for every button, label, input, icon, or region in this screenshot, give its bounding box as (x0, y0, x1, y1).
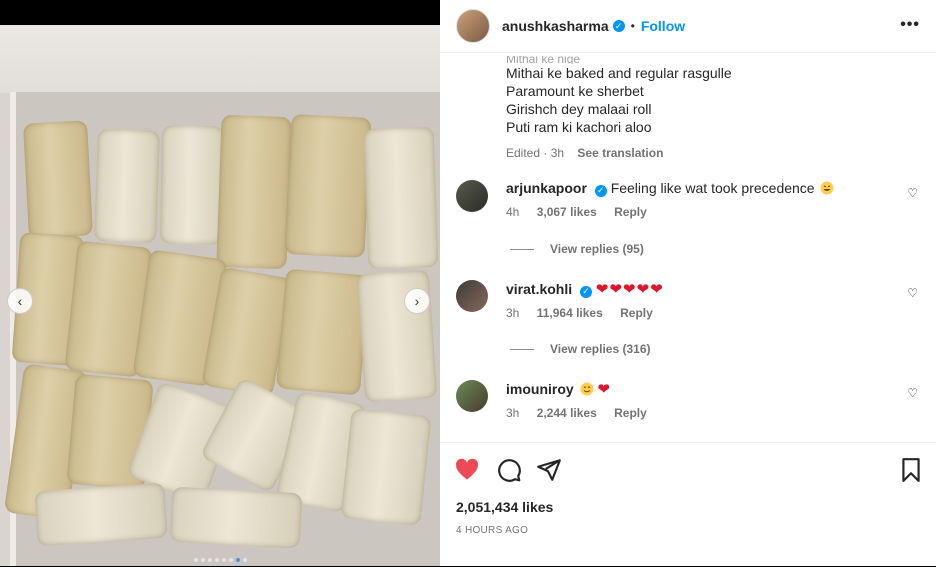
comment-likes[interactable]: 2,244 likes (537, 406, 597, 420)
comment-avatar[interactable] (456, 380, 488, 412)
heart-icon[interactable]: ♡ (907, 186, 918, 200)
reply-button[interactable]: Reply (614, 205, 647, 219)
verified-icon: ✓ (594, 184, 607, 197)
verified-icon: ✓ (580, 285, 593, 298)
smile-emoji (580, 382, 594, 396)
heart-icon[interactable]: ♡ (907, 286, 918, 300)
box-lid (0, 25, 440, 93)
like-count[interactable]: 2,051,434 likes (456, 499, 553, 515)
comment-time: 3h (506, 306, 520, 320)
reply-button[interactable]: Reply (620, 306, 653, 320)
caption: Mithai ke nige Mithai ke baked and regul… (506, 56, 732, 162)
comment-likes[interactable]: 11,964 likes (537, 306, 603, 320)
red-heart-emoji: ❤ (597, 381, 611, 398)
follow-button[interactable]: Follow (641, 18, 685, 34)
share-icon[interactable] (536, 457, 562, 483)
comment-avatar[interactable] (456, 180, 488, 212)
carousel-dots (0, 558, 440, 562)
comment-username[interactable]: arjunkapoor (506, 180, 587, 196)
red-heart-emoji-row: ❤❤❤❤❤ (595, 281, 664, 298)
post-header: anushkasharma ✓ • Follow ••• (440, 0, 936, 53)
caption-line: Puti ram ki kachori aloo (506, 119, 652, 135)
verified-icon: ✓ (612, 20, 625, 32)
caption-line: Paramount ke sherbet (506, 83, 644, 99)
view-replies-label: View replies (316) (550, 342, 651, 356)
post-timestamp: 4 HOURS AGO (456, 525, 529, 536)
action-bar: 2,051,434 likes 4 HOURS AGO (440, 442, 936, 567)
heart-icon[interactable] (454, 457, 480, 483)
bookmark-icon[interactable] (898, 457, 924, 483)
comment-likes[interactable]: 3,067 likes (537, 205, 597, 219)
comment-time: 3h (506, 406, 520, 420)
avatar[interactable] (456, 9, 490, 43)
caption-meta: Edited · 3h See translation (506, 144, 732, 162)
reply-button[interactable]: Reply (614, 406, 647, 420)
view-replies-button[interactable]: View replies (95) (510, 242, 644, 256)
more-icon[interactable]: ••• (900, 16, 920, 34)
malai-rolls (3, 92, 440, 566)
see-translation-link[interactable]: See translation (577, 146, 663, 160)
comment-username[interactable]: imouniroy (506, 381, 574, 397)
heart-icon[interactable]: ♡ (907, 386, 918, 400)
post-username[interactable]: anushkasharma (502, 18, 609, 34)
view-replies-label: View replies (95) (550, 242, 644, 256)
chevron-right-icon[interactable]: › (404, 288, 430, 314)
caption-time: Edited · 3h (506, 146, 565, 160)
view-replies-button[interactable]: View replies (316) (510, 342, 651, 356)
caption-cut-line: Mithai ke nige (506, 56, 581, 64)
comment-avatar[interactable] (456, 280, 488, 312)
post-panel: anushkasharma ✓ • Follow ••• Mithai ke n… (440, 0, 936, 566)
caption-line: Mithai ke baked and regular rasgulle (506, 65, 732, 81)
comment-username[interactable]: virat.kohli (506, 281, 572, 297)
comment-time: 4h (506, 204, 520, 219)
caption-line: Girishch dey malaai roll (506, 101, 652, 117)
chevron-left-icon[interactable]: ‹ (7, 288, 33, 314)
post-media[interactable]: ‹ › (0, 0, 440, 566)
grin-emoji (820, 181, 834, 195)
comment-icon[interactable] (496, 457, 522, 483)
separator-dot: • (630, 19, 635, 33)
comment-text: Feeling like wat took precedence (610, 180, 815, 196)
